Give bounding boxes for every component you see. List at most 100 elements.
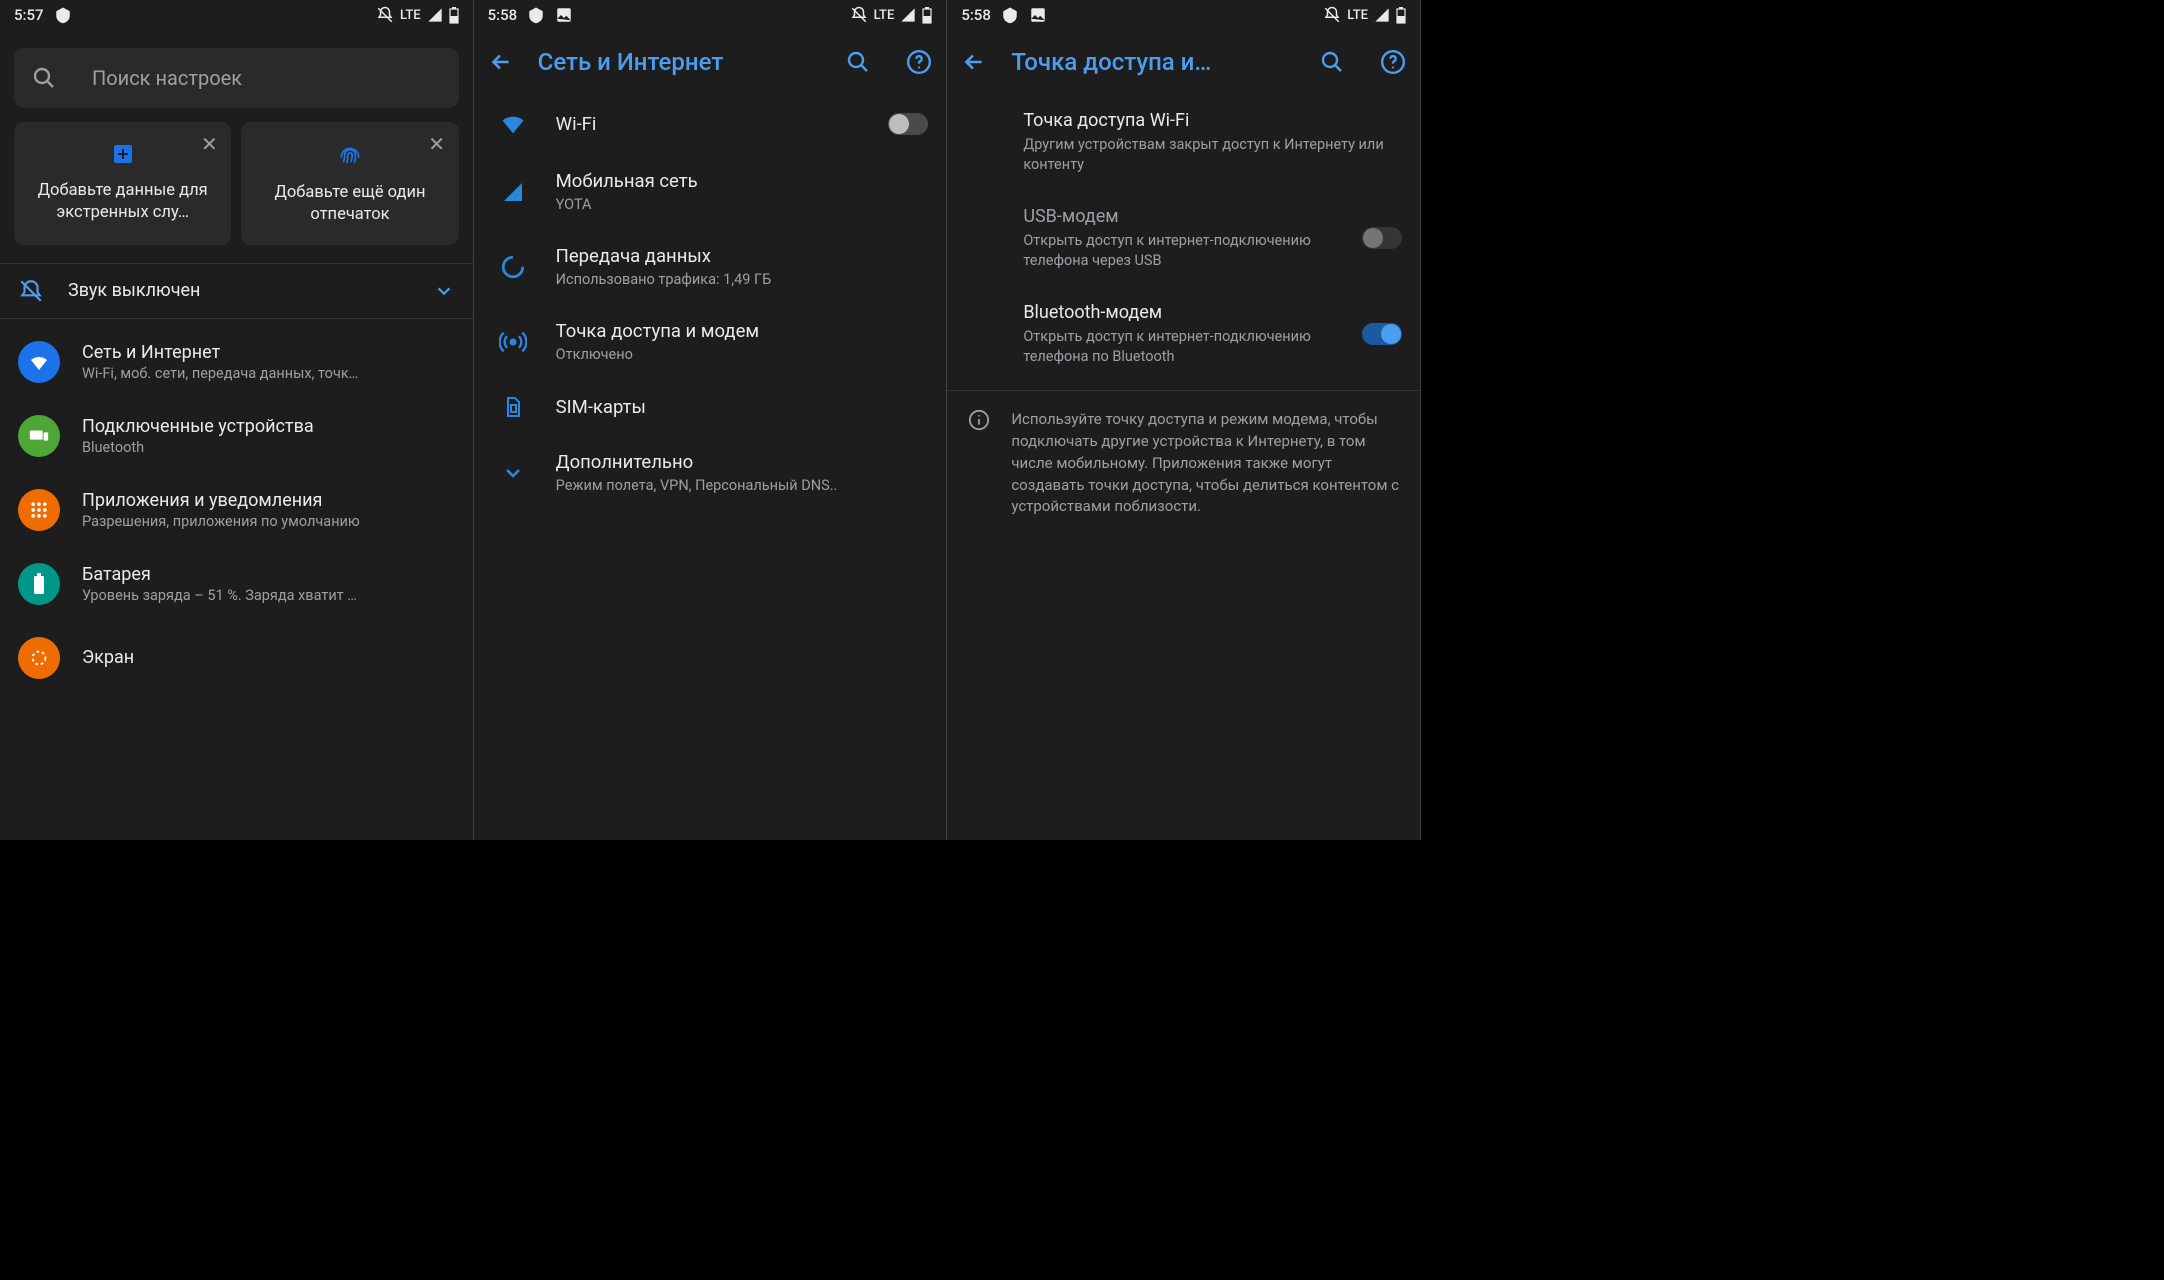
item-sub: Открыть доступ к интернет-подключению те…: [1023, 327, 1346, 366]
emergency-info-card[interactable]: ✕ Добавьте данные для экстренных слу…: [14, 122, 231, 245]
wifi-icon: [492, 110, 534, 138]
card-text: Добавьте ещё один отпечаток: [251, 182, 448, 227]
network-label: LTE: [400, 8, 421, 23]
network-label: LTE: [874, 8, 895, 23]
mute-icon: [376, 6, 394, 24]
info-footer: Используйте точку доступа и режим модема…: [947, 391, 1420, 536]
search-button[interactable]: [1320, 50, 1344, 74]
item-sub: YOTA: [556, 196, 929, 213]
data-usage-icon: [492, 254, 534, 280]
sound-status-row[interactable]: Звук выключен: [0, 263, 473, 319]
sound-status-text: Звук выключен: [68, 280, 200, 301]
search-button[interactable]: [846, 50, 870, 74]
setting-title: Подключенные устройства: [82, 416, 314, 437]
network-settings-screen: 5:58 LTE Сеть и Интернет Wi-Fi: [474, 0, 948, 840]
wifi-icon: [27, 350, 51, 374]
item-title: Bluetooth-модем: [1023, 302, 1346, 323]
devices-icon: [28, 425, 50, 447]
wifi-item[interactable]: Wi-Fi: [474, 94, 947, 154]
sim-card-icon: [492, 395, 534, 419]
signal-icon: [1374, 7, 1390, 23]
card-text: Добавьте данные для экстренных слу…: [24, 180, 221, 225]
setting-sub: Bluetooth: [82, 439, 314, 456]
battery-icon: [1396, 7, 1406, 24]
item-sub: Использовано трафика: 1,49 ГБ: [556, 271, 929, 288]
battery-icon: [922, 7, 932, 24]
signal-icon: [492, 180, 534, 204]
item-title: Мобильная сеть: [556, 170, 929, 192]
search-icon: [1320, 50, 1344, 74]
item-sub: Другим устройствам закрыт доступ к Интер…: [1023, 135, 1402, 174]
page-title: Точка доступа и…: [1011, 48, 1296, 76]
item-sub: Отключено: [556, 346, 929, 363]
item-title: Wi-Fi: [556, 113, 867, 135]
item-title: Дополнительно: [556, 451, 929, 473]
search-icon: [32, 66, 56, 90]
sim-cards-item[interactable]: SIM-карты: [474, 379, 947, 435]
app-bar: Точка доступа и…: [947, 30, 1420, 94]
clock: 5:58: [488, 6, 518, 24]
help-button[interactable]: [1380, 49, 1406, 75]
battery-full-icon: [32, 573, 46, 595]
item-title: USB-модем: [1023, 206, 1346, 227]
back-arrow-icon: [961, 49, 987, 75]
close-icon[interactable]: ✕: [423, 130, 451, 158]
chevron-down-icon: [492, 461, 534, 485]
bluetooth-toggle[interactable]: [1362, 323, 1402, 345]
search-placeholder: Поиск настроек: [92, 66, 242, 90]
search-bar[interactable]: Поиск настроек: [14, 48, 459, 108]
back-arrow-icon: [488, 49, 514, 75]
network-list: Wi-Fi Мобильная сеть YOTA Передача данны…: [474, 94, 947, 510]
mute-icon: [850, 6, 868, 24]
item-sub: Открыть доступ к интернет-подключению те…: [1023, 231, 1346, 270]
advanced-item[interactable]: Дополнительно Режим полета, VPN, Персона…: [474, 435, 947, 510]
item-title: Передача данных: [556, 245, 929, 267]
setting-title: Сеть и Интернет: [82, 342, 358, 363]
mobile-network-item[interactable]: Мобильная сеть YOTA: [474, 154, 947, 229]
help-button[interactable]: [906, 49, 932, 75]
apps-notifications-item[interactable]: Приложения и уведомления Разрешения, при…: [0, 473, 473, 547]
setting-title: Батарея: [82, 564, 357, 585]
wifi-toggle[interactable]: [888, 113, 928, 135]
setting-sub: Разрешения, приложения по умолчанию: [82, 513, 360, 530]
battery-item[interactable]: Батарея Уровень заряда – 51 %. Заряда хв…: [0, 547, 473, 621]
close-icon[interactable]: ✕: [195, 130, 223, 158]
back-button[interactable]: [488, 49, 514, 75]
setting-title: Приложения и уведомления: [82, 490, 360, 511]
signal-icon: [427, 7, 443, 23]
hotspot-icon: [492, 328, 534, 356]
page-title: Сеть и Интернет: [538, 48, 823, 76]
hotspot-tethering-screen: 5:58 LTE Точка доступа и… Точка доступа …: [947, 0, 1421, 840]
battery-icon: [449, 7, 459, 24]
image-icon: [555, 6, 573, 24]
status-bar: 5:58 LTE: [474, 0, 947, 30]
item-sub: Режим полета, VPN, Персональный DNS..: [556, 477, 929, 494]
data-usage-item[interactable]: Передача данных Использовано трафика: 1,…: [474, 229, 947, 304]
fingerprint-icon: [337, 142, 363, 168]
image-icon: [1029, 6, 1047, 24]
suggestion-cards: ✕ Добавьте данные для экстренных слу… ✕ …: [0, 122, 473, 263]
bell-off-icon: [18, 278, 44, 304]
item-title: Точка доступа и модем: [556, 320, 929, 342]
network-internet-item[interactable]: Сеть и Интернет Wi-Fi, моб. сети, переда…: [0, 325, 473, 399]
wifi-hotspot-item[interactable]: Точка доступа Wi-Fi Другим устройствам з…: [947, 94, 1420, 190]
setting-sub: Wi-Fi, моб. сети, передача данных, точк…: [82, 365, 358, 382]
back-button[interactable]: [961, 49, 987, 75]
info-icon: [965, 409, 993, 518]
mute-icon: [1323, 6, 1341, 24]
chevron-down-icon: [433, 280, 455, 302]
app-bar: Сеть и Интернет: [474, 30, 947, 94]
fingerprint-card[interactable]: ✕ Добавьте ещё один отпечаток: [241, 122, 458, 245]
clock: 5:57: [14, 6, 44, 24]
display-item[interactable]: Экран: [0, 621, 473, 679]
help-icon: [1380, 49, 1406, 75]
medical-plus-icon: [111, 142, 135, 166]
bluetooth-tethering-item[interactable]: Bluetooth-модем Открыть доступ к интерне…: [947, 286, 1420, 382]
item-title: SIM-карты: [556, 396, 929, 418]
network-label: LTE: [1347, 8, 1368, 23]
hotspot-tethering-item[interactable]: Точка доступа и модем Отключено: [474, 304, 947, 379]
settings-list: Сеть и Интернет Wi-Fi, моб. сети, переда…: [0, 319, 473, 679]
connected-devices-item[interactable]: Подключенные устройства Bluetooth: [0, 399, 473, 473]
clock: 5:58: [961, 6, 991, 24]
setting-sub: Уровень заряда – 51 %. Заряда хватит …: [82, 587, 357, 604]
